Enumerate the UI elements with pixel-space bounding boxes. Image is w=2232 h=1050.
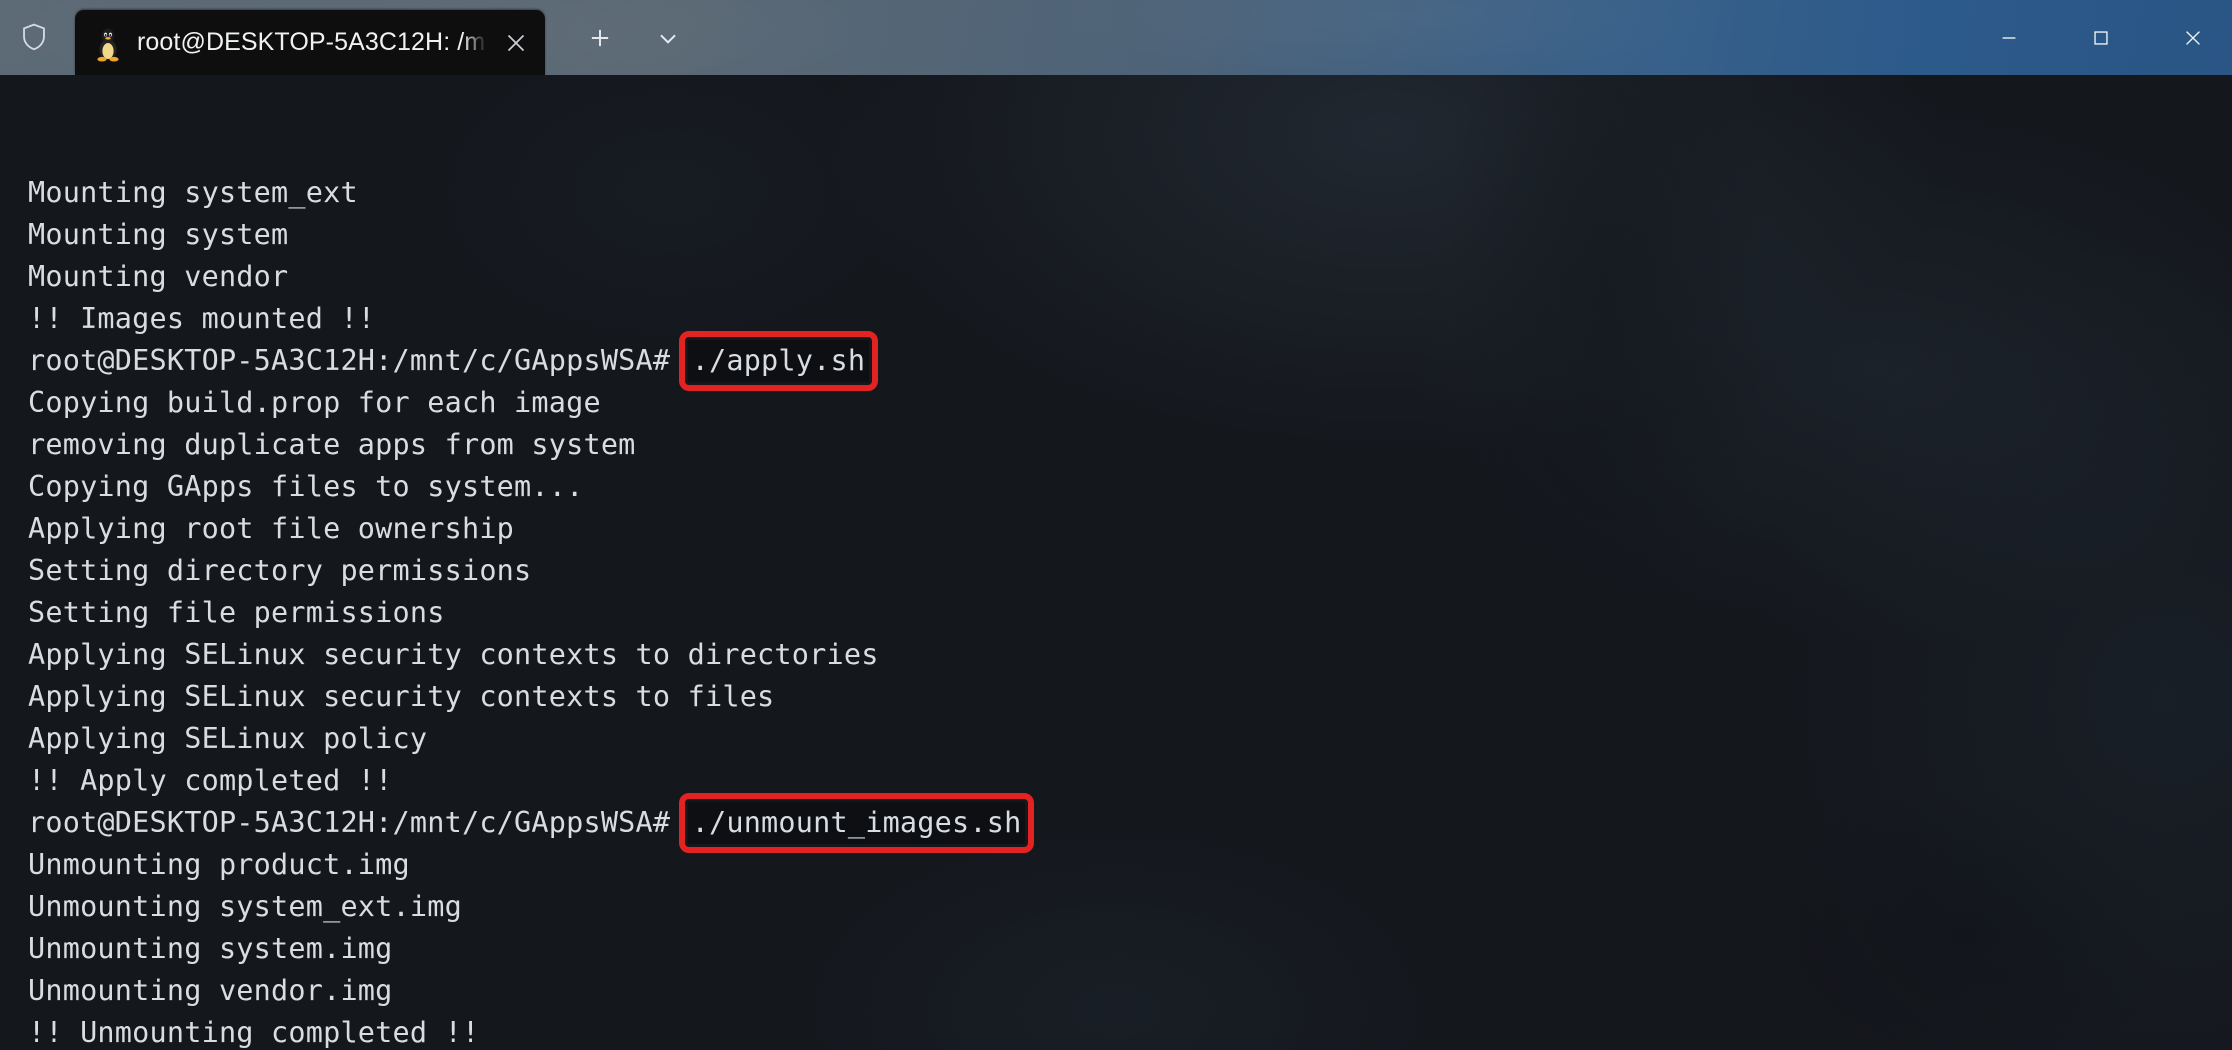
terminal-output-line: Unmounting product.img — [28, 848, 410, 881]
window-close-button[interactable] — [2156, 0, 2230, 75]
terminal-output-line: Applying root file ownership — [28, 512, 515, 545]
terminal-output-line: Mounting system — [28, 218, 289, 251]
terminal-output-line: Applying SELinux policy — [28, 722, 428, 755]
maximize-button[interactable] — [2064, 0, 2138, 75]
terminal-output-line: !! Apply completed !! — [28, 764, 393, 797]
close-icon — [2186, 30, 2200, 45]
terminal-output-line: Copying build.prop for each image — [28, 386, 601, 419]
terminal-output-line: Setting file permissions — [28, 596, 445, 629]
terminal-line-list: Mounting system_ext Mounting system Mounti… — [28, 172, 2208, 1050]
terminal-output-line: removing duplicate apps from system — [28, 428, 636, 461]
shield-icon — [23, 23, 45, 51]
terminal-output-line: Applying SELinux security contexts to di… — [28, 638, 879, 671]
terminal-command-line: root@DESKTOP-5A3C12H:/mnt/c/GAppsWSA# ./… — [28, 331, 2208, 391]
terminal-output-line: Setting directory permissions — [28, 554, 532, 587]
new-tab-button[interactable] — [570, 12, 630, 64]
terminal-prompt: root@DESKTOP-5A3C12H:/mnt/c/GAppsWSA# — [28, 806, 688, 839]
terminal-output-line: Copying GApps files to system... — [28, 470, 584, 503]
terminal-command-line: root@DESKTOP-5A3C12H:/mnt/c/GAppsWSA# ./… — [28, 793, 2208, 853]
window-titlebar: root@DESKTOP-5A3C12H: /mnt — [0, 0, 2232, 75]
terminal-prompt: root@DESKTOP-5A3C12H:/mnt/c/GAppsWSA# — [28, 344, 688, 377]
minimize-icon — [2002, 36, 2016, 39]
terminal-output-line: Mounting vendor — [28, 260, 289, 293]
tab-close-button[interactable] — [487, 10, 545, 75]
terminal-output-line: Mounting system_ext — [28, 176, 358, 209]
shield-icon-button[interactable] — [6, 11, 62, 63]
terminal-tab[interactable]: root@DESKTOP-5A3C12H: /mnt — [75, 10, 545, 75]
terminal-output-line: !! Images mounted !! — [28, 302, 376, 335]
tux-penguin-icon — [91, 24, 125, 62]
highlighted-command: ./unmount_images.sh — [678, 793, 1035, 853]
terminal-output-line: Applying SELinux security contexts to fi… — [28, 680, 775, 713]
close-icon — [507, 34, 525, 51]
highlighted-command: ./apply.sh — [678, 331, 879, 391]
plus-icon — [591, 29, 609, 47]
terminal-output-line: Unmounting system.img — [28, 932, 393, 965]
terminal-output-line: Unmounting vendor.img — [28, 974, 393, 1007]
tab-title: root@DESKTOP-5A3C12H: /mnt — [137, 28, 487, 56]
tab-dropdown-button[interactable] — [638, 12, 698, 64]
terminal-output-line: !! Unmounting completed !! — [28, 1016, 480, 1049]
terminal-output-line: Unmounting system_ext.img — [28, 890, 462, 923]
terminal-output-pane[interactable]: Mounting system_ext Mounting system Mounti… — [0, 75, 2232, 1050]
maximize-icon — [2094, 30, 2108, 45]
minimize-button[interactable] — [1972, 0, 2046, 75]
chevron-down-icon — [660, 34, 676, 44]
